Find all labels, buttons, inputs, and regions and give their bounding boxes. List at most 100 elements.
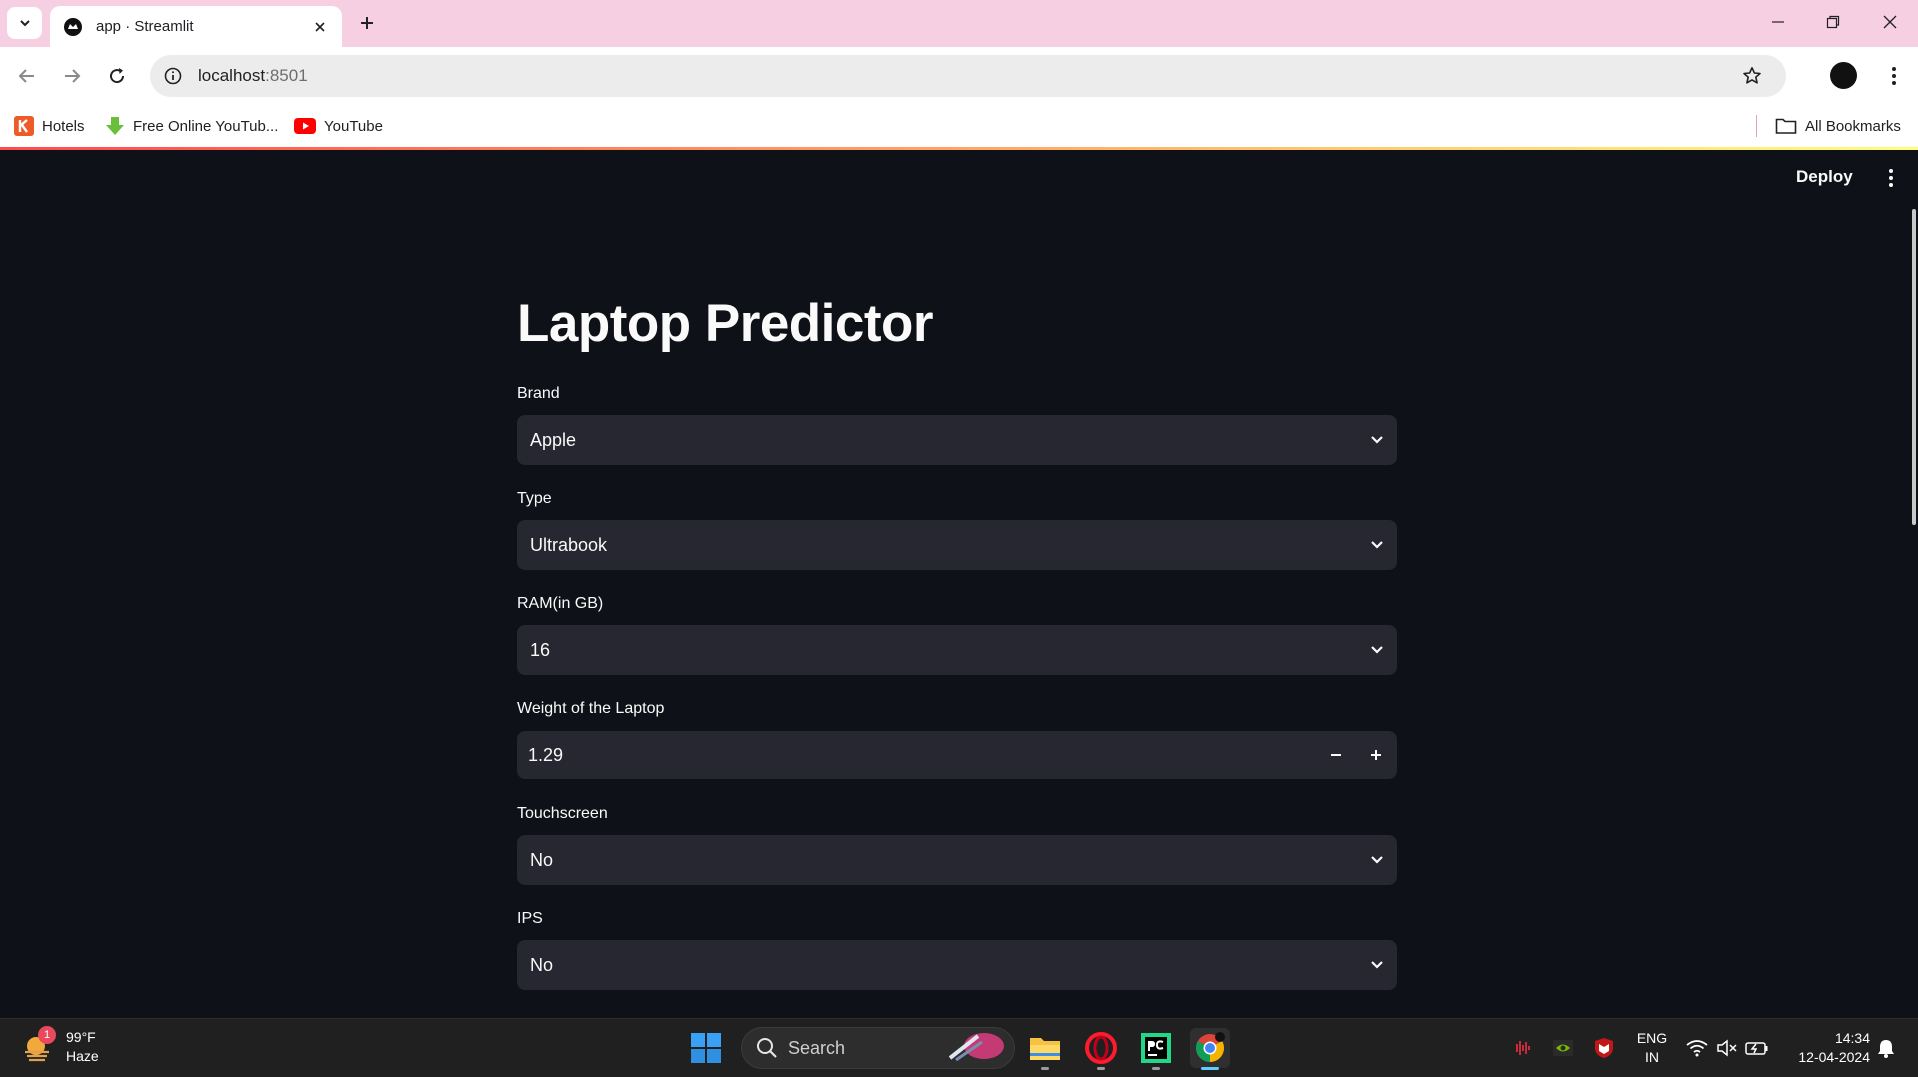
audio-app-tray-icon[interactable] (1511, 1036, 1535, 1060)
windows-taskbar: 1 99°F Haze Search ENG IN 14:34 12-04-20… (0, 1018, 1918, 1077)
all-bookmarks-button[interactable]: All Bookmarks (1775, 112, 1901, 140)
minimize-button[interactable] (1756, 6, 1800, 38)
wifi-icon[interactable] (1685, 1036, 1709, 1060)
chevron-down-icon (1357, 520, 1397, 570)
running-indicator (1097, 1067, 1105, 1070)
increment-button[interactable] (1356, 732, 1396, 778)
chevron-down-icon (1357, 415, 1397, 465)
ips-label: IPS (517, 910, 543, 927)
ram-label: RAM(in GB) (517, 595, 604, 612)
forward-button[interactable] (55, 59, 89, 93)
plus-icon (361, 17, 373, 29)
restore-button[interactable] (1811, 6, 1855, 38)
chevron-down-icon (1357, 625, 1397, 675)
search-highlight-icon (948, 1033, 1004, 1062)
restore-icon (1826, 15, 1840, 29)
browser-toolbar: localhost:8501 (0, 47, 1918, 105)
download-arrow-icon (106, 117, 124, 135)
search-icon (757, 1038, 777, 1058)
back-button[interactable] (10, 59, 44, 93)
opera-app[interactable] (1081, 1028, 1121, 1070)
ips-selected-value: No (530, 954, 554, 975)
clock-time: 14:34 (1834, 1030, 1870, 1046)
arrow-left-icon (18, 69, 34, 83)
url-text[interactable]: localhost:8501 (198, 66, 308, 86)
hotels-k-icon (14, 116, 34, 136)
close-window-button[interactable] (1868, 6, 1912, 38)
file-explorer-app[interactable] (1025, 1028, 1065, 1070)
ram-select[interactable]: 16 (517, 625, 1397, 675)
chrome-icon (1196, 1032, 1225, 1062)
active-tab[interactable]: app · Streamlit (50, 6, 342, 47)
taskbar-search-label: Search (788, 1037, 846, 1058)
bookmark-label: Hotels (42, 117, 85, 135)
address-bar[interactable]: localhost:8501 (150, 55, 1786, 97)
app-decoration-bar (0, 147, 1918, 150)
tab-search-button[interactable] (7, 7, 42, 39)
app-main-menu-icon[interactable] (1880, 165, 1902, 191)
type-label: Type (517, 490, 552, 507)
weight-number-input (517, 731, 1397, 779)
nvidia-tray-icon[interactable] (1551, 1036, 1575, 1060)
plus-icon (1371, 750, 1381, 760)
pycharm-icon (1141, 1033, 1171, 1063)
touchscreen-selected-value: No (530, 849, 554, 870)
weight-label: Weight of the Laptop (517, 700, 665, 717)
bookmark-youtube[interactable]: YouTube (294, 112, 383, 140)
type-select[interactable]: Ultrabook (517, 520, 1397, 570)
url-host: localhost (198, 66, 266, 85)
touchscreen-select[interactable]: No (517, 835, 1397, 885)
bookmark-hotels[interactable]: Hotels (14, 112, 85, 140)
weather-badge: 1 (38, 1026, 56, 1044)
region-code: IN (1645, 1049, 1659, 1065)
chrome-menu-icon[interactable] (1880, 59, 1908, 93)
streamlit-favicon-icon (63, 17, 83, 37)
page-title: Laptop Predictor (517, 294, 934, 353)
close-icon (1883, 15, 1897, 29)
brand-select[interactable]: Apple (517, 415, 1397, 465)
browser-tab-strip: app · Streamlit (0, 0, 1918, 47)
deploy-button[interactable]: Deploy (1796, 167, 1853, 187)
mcafee-tray-icon[interactable] (1592, 1036, 1616, 1060)
bookmark-label: YouTube (324, 117, 383, 135)
folder-icon (1030, 1038, 1060, 1060)
windows-start-button[interactable] (690, 1032, 722, 1064)
minus-icon (1331, 754, 1341, 756)
weather-temperature: 99°F (66, 1029, 96, 1045)
battery-charging-icon[interactable] (1745, 1036, 1769, 1060)
chrome-app[interactable] (1190, 1028, 1230, 1070)
chevron-down-icon (1357, 940, 1397, 990)
pycharm-app[interactable] (1136, 1028, 1176, 1070)
running-indicator (1041, 1067, 1049, 1070)
bookmark-free-online-youtube[interactable]: Free Online YouTub... (105, 112, 278, 140)
bookmarks-bar: Hotels Free Online YouTub... YouTube All… (0, 105, 1918, 147)
speaker-muted-icon[interactable] (1715, 1036, 1739, 1060)
chevron-down-icon (19, 20, 30, 27)
opera-icon (1085, 1032, 1117, 1064)
minimize-icon (1772, 21, 1784, 23)
bookmark-star-icon[interactable] (1736, 60, 1768, 92)
reload-button[interactable] (100, 59, 134, 93)
weight-input-field[interactable] (528, 744, 1316, 766)
url-port: :8501 (265, 66, 308, 85)
language-indicator[interactable]: ENG IN (1636, 1029, 1668, 1067)
streamlit-app: Deploy Laptop Predictor Brand Apple Type… (0, 147, 1918, 1018)
running-indicator (1152, 1067, 1160, 1070)
tab-title: app · Streamlit (96, 18, 194, 35)
profile-avatar[interactable] (1830, 62, 1857, 89)
close-tab-icon[interactable] (308, 15, 332, 39)
weather-description: Haze (66, 1048, 99, 1064)
taskbar-search[interactable]: Search (741, 1027, 1015, 1069)
type-selected-value: Ultrabook (530, 534, 608, 555)
new-tab-button[interactable] (353, 9, 381, 37)
windows-logo-icon (691, 1033, 721, 1063)
decrement-button[interactable] (1316, 732, 1356, 778)
bookmark-label: Free Online YouTub... (133, 117, 279, 135)
ram-selected-value: 16 (530, 639, 551, 660)
weather-widget[interactable]: 1 99°F Haze (22, 1026, 99, 1066)
ips-select[interactable]: No (517, 940, 1397, 990)
system-clock[interactable]: 14:34 12-04-2024 (1786, 1029, 1870, 1067)
site-info-icon[interactable] (156, 59, 190, 93)
app-scrollbar-thumb[interactable] (1912, 209, 1916, 525)
notification-bell-icon[interactable] (1874, 1036, 1898, 1060)
